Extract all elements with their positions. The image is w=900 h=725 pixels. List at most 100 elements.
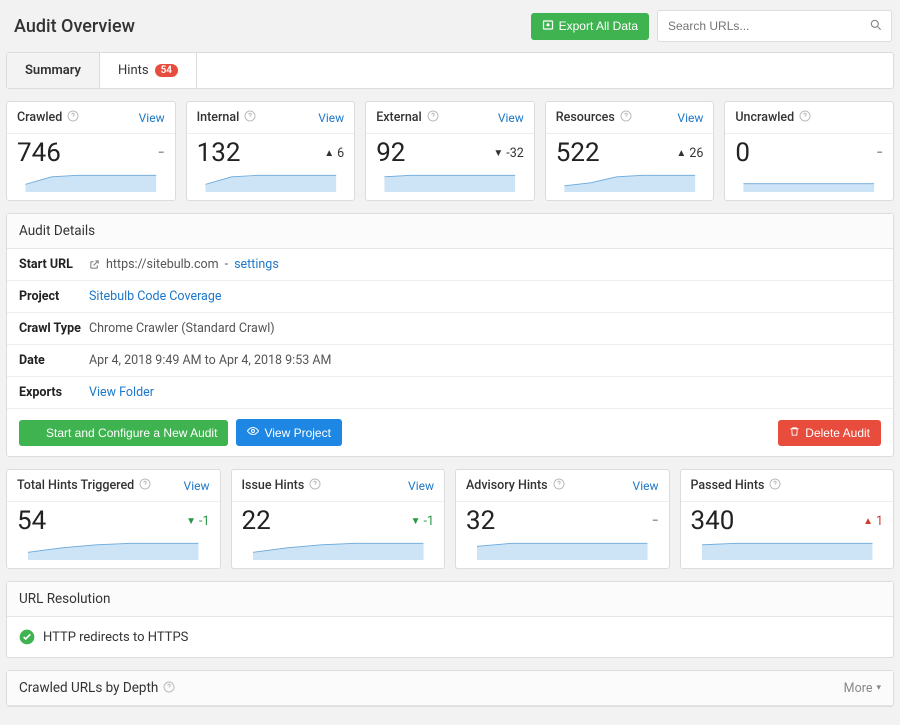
detail-label: Project [19,289,89,304]
tab-hints-badge: 54 [155,64,178,77]
tab-summary[interactable]: Summary [7,53,100,88]
sparkline-chart [187,170,355,200]
delta-indicator: ▼ -1 [186,514,209,529]
sparkline-chart [232,538,445,568]
stat-card: Passed Hints 340 ▲ 1 [680,469,895,569]
export-button-label: Export All Data [559,19,638,33]
url-resolution-heading: URL Resolution [7,582,893,617]
detail-row-crawl-type: Crawl Type Chrome Crawler (Standard Craw… [7,313,893,345]
help-icon[interactable] [620,110,632,125]
stat-value: 54 [17,506,46,536]
help-icon[interactable] [769,478,781,493]
help-icon[interactable] [163,681,175,696]
view-folder-link[interactable]: View Folder [89,385,154,400]
page-title: Audit Overview [14,16,135,37]
stat-value: 22 [242,506,271,536]
delta-indicator: ▼ -32 [493,146,523,161]
stats-top-row: Crawled View 746 – Internal [6,101,894,201]
url-resolution-panel: URL Resolution HTTP redirects to HTTPS [6,581,894,658]
start-url-dash: - [225,257,228,272]
new-audit-button[interactable]: Start and Configure a New Audit [19,420,228,446]
sparkline-chart [456,538,669,568]
stat-value: 92 [376,138,405,168]
stat-value: 522 [556,138,600,168]
stat-value: 340 [691,506,735,536]
view-link[interactable]: View [633,479,659,493]
url-resolution-text: HTTP redirects to HTTPS [43,630,188,645]
delta-indicator: ▲ 6 [324,146,344,161]
sparkline-chart [725,170,893,200]
stat-title: Resources [556,110,615,125]
stat-card: Total Hints Triggered View 54 ▼ -1 [6,469,221,569]
export-all-data-button[interactable]: Export All Data [531,13,649,40]
view-project-label: View Project [264,426,330,440]
sparkline-chart [681,538,894,568]
stat-value: 32 [466,506,495,536]
detail-label: Exports [19,385,89,400]
eye-icon [247,425,259,440]
more-dropdown[interactable]: More [844,681,881,696]
view-link[interactable]: View [408,479,434,493]
crawled-by-depth-panel: Crawled URLs by Depth More [6,670,894,707]
delta-indicator: ▲ 26 [676,146,703,161]
stat-title: Crawled [17,110,62,125]
view-project-button[interactable]: View Project [236,419,341,446]
check-circle-icon [19,629,35,645]
stat-card: Internal View 132 ▲ 6 [186,101,356,201]
start-url-settings-link[interactable]: settings [234,257,279,272]
tab-hints[interactable]: Hints 54 [100,53,197,88]
view-link[interactable]: View [184,479,210,493]
help-icon[interactable] [553,478,565,493]
stat-card: Uncrawled 0 – [724,101,894,201]
help-icon[interactable] [799,110,811,125]
help-icon[interactable] [67,110,79,125]
stat-title: Passed Hints [691,478,765,493]
detail-label: Date [19,353,89,368]
stat-title: Uncrawled [735,110,794,125]
view-link[interactable]: View [139,111,165,125]
delta-indicator: – [652,516,659,527]
stat-card: Resources View 522 ▲ 26 [545,101,715,201]
stat-card: Crawled View 746 – [6,101,176,201]
more-label: More [844,681,873,696]
view-link[interactable]: View [677,111,703,125]
crawl-type-value: Chrome Crawler (Standard Crawl) [89,321,275,336]
start-url-text: https://sitebulb.com [106,257,219,272]
stat-card: Issue Hints View 22 ▼ -1 [231,469,446,569]
stat-title: External [376,110,422,125]
stat-value: 746 [17,138,61,168]
crawled-by-depth-heading: Crawled URLs by Depth [19,680,158,696]
help-icon[interactable] [309,478,321,493]
sparkline-chart [546,170,714,200]
stat-card: Advisory Hints View 32 – [455,469,670,569]
search-input[interactable] [657,10,892,42]
export-icon [542,19,554,34]
audit-details-heading: Audit Details [7,214,893,249]
external-link-icon [89,259,100,270]
sparkline-chart [7,538,220,568]
detail-row-date: Date Apr 4, 2018 9:49 AM to Apr 4, 2018 … [7,345,893,377]
delete-audit-label: Delete Audit [805,426,870,440]
delta-indicator: ▲ 1 [863,514,883,529]
delta-indicator: ▼ -1 [411,514,434,529]
view-link[interactable]: View [498,111,524,125]
trash-icon [789,426,800,440]
stat-value: 132 [197,138,241,168]
detail-row-project: Project Sitebulb Code Coverage [7,281,893,313]
stat-title: Advisory Hints [466,478,548,493]
help-icon[interactable] [139,478,151,493]
delete-audit-button[interactable]: Delete Audit [778,420,881,446]
detail-row-exports: Exports View Folder [7,377,893,409]
audit-details-panel: Audit Details Start URL https://sitebulb… [6,213,894,457]
tab-summary-label: Summary [25,63,81,78]
stats-hints-row: Total Hints Triggered View 54 ▼ -1 Issue… [6,469,894,569]
view-link[interactable]: View [318,111,344,125]
help-icon[interactable] [427,110,439,125]
detail-label: Crawl Type [19,321,89,336]
project-link[interactable]: Sitebulb Code Coverage [89,289,222,304]
sparkline-chart [7,170,175,200]
date-value: Apr 4, 2018 9:49 AM to Apr 4, 2018 9:53 … [89,353,331,368]
help-icon[interactable] [244,110,256,125]
tab-hints-label: Hints [118,63,149,78]
new-audit-label: Start and Configure a New Audit [46,426,217,440]
